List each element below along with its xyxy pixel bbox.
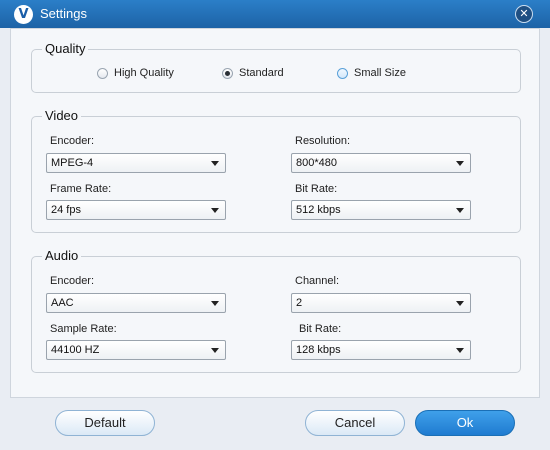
radio-small-size-circle[interactable] [337,67,348,79]
quality-group: Quality High Quality Standard Small Size [31,41,521,93]
window-title: Settings [40,6,87,21]
radio-standard-label: Standard [239,67,284,79]
radio-small-size-label: Small Size [354,67,406,79]
video-group: Video Encoder: MPEG-4 Resolution: 800*48… [31,108,521,233]
default-button[interactable]: Default [55,410,155,436]
video-frame-rate-label: Frame Rate: [50,183,112,195]
video-bit-rate-value: 512 kbps [296,204,341,216]
audio-sample-rate-label: Sample Rate: [50,323,117,335]
video-group-title: Video [42,108,82,123]
video-resolution-select[interactable]: 800*480 [291,153,471,173]
chevron-down-icon [211,301,219,306]
video-bit-rate-label: Bit Rate: [295,183,338,195]
audio-bit-rate-value: 128 kbps [296,344,341,356]
radio-standard-circle[interactable] [222,67,233,79]
cancel-button[interactable]: Cancel [305,410,405,436]
chevron-down-icon [456,348,464,353]
title-bar: V Settings ✕ [0,0,550,28]
radio-high-quality-label: High Quality [114,67,174,79]
audio-bit-rate-select[interactable]: 128 kbps [291,340,471,360]
video-bit-rate-select[interactable]: 512 kbps [291,200,471,220]
chevron-down-icon [456,161,464,166]
video-frame-rate-value: 24 fps [51,204,81,216]
audio-encoder-label: Encoder: [50,275,95,287]
audio-group-title: Audio [42,248,82,263]
chevron-down-icon [211,348,219,353]
audio-sample-rate-select[interactable]: 44100 HZ [46,340,226,360]
audio-encoder-select[interactable]: AAC [46,293,226,313]
close-button[interactable]: ✕ [515,5,533,23]
settings-panel: Quality High Quality Standard Small Size… [10,28,540,398]
video-resolution-value: 800*480 [296,157,337,169]
ok-button[interactable]: Ok [415,410,515,436]
audio-channel-value: 2 [296,297,303,309]
radio-standard[interactable]: Standard [222,67,284,79]
radio-high-quality[interactable]: High Quality [97,67,174,79]
audio-sample-rate-value: 44100 HZ [51,344,100,356]
video-encoder-select[interactable]: MPEG-4 [46,153,226,173]
app-logo-icon: V [14,5,33,24]
radio-small-size[interactable]: Small Size [337,67,406,79]
audio-bit-rate-label: Bit Rate: [299,323,342,335]
video-resolution-label: Resolution: [295,135,351,147]
video-encoder-label: Encoder: [50,135,95,147]
chevron-down-icon [211,208,219,213]
video-frame-rate-select[interactable]: 24 fps [46,200,226,220]
quality-group-title: Quality [42,41,89,56]
audio-channel-select[interactable]: 2 [291,293,471,313]
dialog-footer: Default Cancel Ok [0,398,550,450]
chevron-down-icon [211,161,219,166]
video-encoder-value: MPEG-4 [51,157,94,169]
radio-high-quality-circle[interactable] [97,67,108,79]
audio-channel-label: Channel: [295,275,340,287]
settings-dialog: V Settings ✕ Quality High Quality Standa… [0,0,550,450]
chevron-down-icon [456,208,464,213]
audio-encoder-value: AAC [51,297,74,309]
audio-group: Audio Encoder: AAC Channel: 2 Sample Rat… [31,248,521,373]
chevron-down-icon [456,301,464,306]
